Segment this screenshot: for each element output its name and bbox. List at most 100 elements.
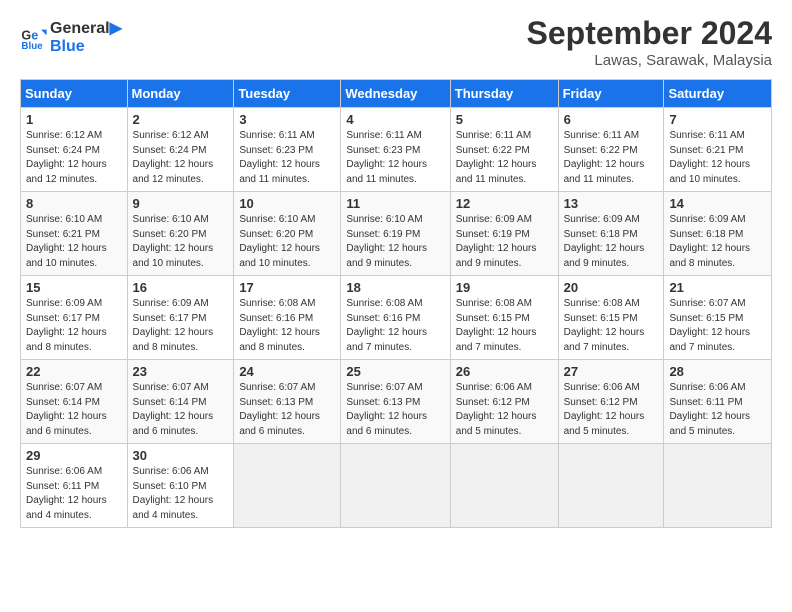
day-info: Sunrise: 6:11 AM Sunset: 6:21 PM Dayligh… bbox=[669, 129, 766, 187]
calendar-day-cell: 19 Sunrise: 6:08 AM Sunset: 6:15 PM Dayli… bbox=[450, 276, 558, 360]
location: Lawas, Sarawak, Malaysia bbox=[527, 52, 772, 69]
day-info: Sunrise: 6:09 AM Sunset: 6:18 PM Dayligh… bbox=[669, 213, 766, 271]
calendar-day-cell: 17Sunrise: 6:08 AM Sunset: 6:16 PM Dayli… bbox=[234, 276, 341, 360]
day-info: Sunrise: 6:10 AM Sunset: 6:19 PM Dayligh… bbox=[346, 213, 444, 271]
calendar-day-cell: 30 Sunrise: 6:06 AM Sunset: 6:10 PM Dayli… bbox=[127, 444, 234, 528]
empty-cell bbox=[341, 444, 450, 528]
header-cell-friday: Friday bbox=[558, 80, 664, 108]
day-number: 12 bbox=[456, 196, 553, 211]
logo-line1: General▶ bbox=[50, 20, 122, 38]
day-info: Sunrise: 6:06 AM Sunset: 6:10 PM Dayligh… bbox=[133, 465, 229, 523]
calendar-day-cell: 22 Sunrise: 6:07 AM Sunset: 6:14 PM Dayli… bbox=[21, 360, 128, 444]
day-info: Sunrise: 6:07 AM Sunset: 6:14 PM Dayligh… bbox=[26, 381, 122, 439]
day-number: 21 bbox=[669, 280, 766, 295]
header-cell-saturday: Saturday bbox=[664, 80, 772, 108]
day-info: Sunrise: 6:08 AM Sunset: 6:15 PM Dayligh… bbox=[456, 297, 553, 355]
day-info: Sunrise: 6:07 AM Sunset: 6:14 PM Dayligh… bbox=[133, 381, 229, 439]
calendar-day-cell: 18 Sunrise: 6:08 AM Sunset: 6:16 PM Dayli… bbox=[341, 276, 450, 360]
calendar-table: SundayMondayTuesdayWednesdayThursdayFrid… bbox=[20, 79, 772, 528]
day-info: Sunrise: 6:09 AM Sunset: 6:19 PM Dayligh… bbox=[456, 213, 553, 271]
calendar-day-cell: 3 Sunrise: 6:11 AM Sunset: 6:23 PM Daylig… bbox=[234, 108, 341, 192]
day-info: Sunrise: 6:09 AM Sunset: 6:18 PM Dayligh… bbox=[564, 213, 659, 271]
day-number: 10 bbox=[239, 196, 335, 211]
calendar-week-row: 8 Sunrise: 6:10 AM Sunset: 6:21 PM Daylig… bbox=[21, 192, 772, 276]
empty-cell bbox=[450, 444, 558, 528]
day-number: 26 bbox=[456, 364, 553, 379]
calendar-day-cell: 6Sunrise: 6:11 AM Sunset: 6:22 PM Daylig… bbox=[558, 108, 664, 192]
page: G e Blue General▶ Blue September 2024 La… bbox=[0, 0, 792, 612]
calendar-day-cell: 2 Sunrise: 6:12 AM Sunset: 6:24 PM Daylig… bbox=[127, 108, 234, 192]
day-number: 27 bbox=[564, 364, 659, 379]
calendar-week-row: 1Sunrise: 6:12 AM Sunset: 6:24 PM Daylig… bbox=[21, 108, 772, 192]
day-number: 5 bbox=[456, 112, 553, 127]
day-info: Sunrise: 6:11 AM Sunset: 6:23 PM Dayligh… bbox=[346, 129, 444, 187]
day-number: 29 bbox=[26, 448, 122, 463]
svg-text:e: e bbox=[31, 28, 38, 42]
day-number: 23 bbox=[133, 364, 229, 379]
day-info: Sunrise: 6:08 AM Sunset: 6:16 PM Dayligh… bbox=[346, 297, 444, 355]
calendar-day-cell: 8 Sunrise: 6:10 AM Sunset: 6:21 PM Daylig… bbox=[21, 192, 128, 276]
day-info: Sunrise: 6:12 AM Sunset: 6:24 PM Dayligh… bbox=[133, 129, 229, 187]
day-number: 30 bbox=[133, 448, 229, 463]
calendar-week-row: 15 Sunrise: 6:09 AM Sunset: 6:17 PM Dayli… bbox=[21, 276, 772, 360]
day-info: Sunrise: 6:09 AM Sunset: 6:17 PM Dayligh… bbox=[133, 297, 229, 355]
calendar-day-cell: 21 Sunrise: 6:07 AM Sunset: 6:15 PM Dayli… bbox=[664, 276, 772, 360]
day-info: Sunrise: 6:08 AM Sunset: 6:15 PM Dayligh… bbox=[564, 297, 659, 355]
day-info: Sunrise: 6:11 AM Sunset: 6:23 PM Dayligh… bbox=[239, 129, 335, 187]
day-info: Sunrise: 6:07 AM Sunset: 6:15 PM Dayligh… bbox=[669, 297, 766, 355]
calendar-week-row: 29 Sunrise: 6:06 AM Sunset: 6:11 PM Dayli… bbox=[21, 444, 772, 528]
day-info: Sunrise: 6:10 AM Sunset: 6:20 PM Dayligh… bbox=[239, 213, 335, 271]
calendar-day-cell: 13 Sunrise: 6:09 AM Sunset: 6:18 PM Dayli… bbox=[558, 192, 664, 276]
header-cell-thursday: Thursday bbox=[450, 80, 558, 108]
day-info: Sunrise: 6:11 AM Sunset: 6:22 PM Dayligh… bbox=[456, 129, 553, 187]
day-info: Sunrise: 6:06 AM Sunset: 6:11 PM Dayligh… bbox=[26, 465, 122, 523]
logo-line2: Blue bbox=[50, 38, 122, 56]
header-cell-monday: Monday bbox=[127, 80, 234, 108]
day-number: 2 bbox=[133, 112, 229, 127]
day-number: 13 bbox=[564, 196, 659, 211]
svg-text:Blue: Blue bbox=[21, 41, 43, 52]
empty-cell bbox=[558, 444, 664, 528]
logo-icon: G e Blue bbox=[20, 24, 48, 52]
day-number: 11 bbox=[346, 196, 444, 211]
calendar-day-cell: 16 Sunrise: 6:09 AM Sunset: 6:17 PM Dayli… bbox=[127, 276, 234, 360]
day-number: 18 bbox=[346, 280, 444, 295]
day-info: Sunrise: 6:09 AM Sunset: 6:17 PM Dayligh… bbox=[26, 297, 122, 355]
day-info: Sunrise: 6:06 AM Sunset: 6:12 PM Dayligh… bbox=[564, 381, 659, 439]
calendar-day-cell: 20Sunrise: 6:08 AM Sunset: 6:15 PM Dayli… bbox=[558, 276, 664, 360]
day-number: 3 bbox=[239, 112, 335, 127]
day-number: 15 bbox=[26, 280, 122, 295]
calendar-day-cell: 14Sunrise: 6:09 AM Sunset: 6:18 PM Dayli… bbox=[664, 192, 772, 276]
calendar-day-cell: 1Sunrise: 6:12 AM Sunset: 6:24 PM Daylig… bbox=[21, 108, 128, 192]
calendar-day-cell: 15 Sunrise: 6:09 AM Sunset: 6:17 PM Dayli… bbox=[21, 276, 128, 360]
day-info: Sunrise: 6:07 AM Sunset: 6:13 PM Dayligh… bbox=[239, 381, 335, 439]
day-number: 25 bbox=[346, 364, 444, 379]
svg-text:G: G bbox=[21, 28, 31, 42]
day-info: Sunrise: 6:11 AM Sunset: 6:22 PM Dayligh… bbox=[564, 129, 659, 187]
day-number: 22 bbox=[26, 364, 122, 379]
calendar-day-cell: 24 Sunrise: 6:07 AM Sunset: 6:13 PM Dayli… bbox=[234, 360, 341, 444]
month-title: September 2024 bbox=[527, 15, 772, 52]
day-info: Sunrise: 6:10 AM Sunset: 6:20 PM Dayligh… bbox=[133, 213, 229, 271]
day-number: 8 bbox=[26, 196, 122, 211]
day-number: 28 bbox=[669, 364, 766, 379]
day-number: 17 bbox=[239, 280, 335, 295]
day-number: 7 bbox=[669, 112, 766, 127]
header-cell-wednesday: Wednesday bbox=[341, 80, 450, 108]
calendar-day-cell: 23 Sunrise: 6:07 AM Sunset: 6:14 PM Dayli… bbox=[127, 360, 234, 444]
calendar-day-cell: 9 Sunrise: 6:10 AM Sunset: 6:20 PM Daylig… bbox=[127, 192, 234, 276]
day-number: 19 bbox=[456, 280, 553, 295]
header-cell-sunday: Sunday bbox=[21, 80, 128, 108]
day-number: 9 bbox=[133, 196, 229, 211]
day-info: Sunrise: 6:10 AM Sunset: 6:21 PM Dayligh… bbox=[26, 213, 122, 271]
day-number: 16 bbox=[133, 280, 229, 295]
header-row: SundayMondayTuesdayWednesdayThursdayFrid… bbox=[21, 80, 772, 108]
calendar-day-cell: 4Sunrise: 6:11 AM Sunset: 6:23 PM Daylig… bbox=[341, 108, 450, 192]
calendar-day-cell: 7 Sunrise: 6:11 AM Sunset: 6:21 PM Daylig… bbox=[664, 108, 772, 192]
day-number: 24 bbox=[239, 364, 335, 379]
calendar-week-row: 22 Sunrise: 6:07 AM Sunset: 6:14 PM Dayli… bbox=[21, 360, 772, 444]
day-info: Sunrise: 6:07 AM Sunset: 6:13 PM Dayligh… bbox=[346, 381, 444, 439]
empty-cell bbox=[234, 444, 341, 528]
logo: G e Blue General▶ Blue bbox=[20, 20, 122, 55]
calendar-day-cell: 10 Sunrise: 6:10 AM Sunset: 6:20 PM Dayli… bbox=[234, 192, 341, 276]
